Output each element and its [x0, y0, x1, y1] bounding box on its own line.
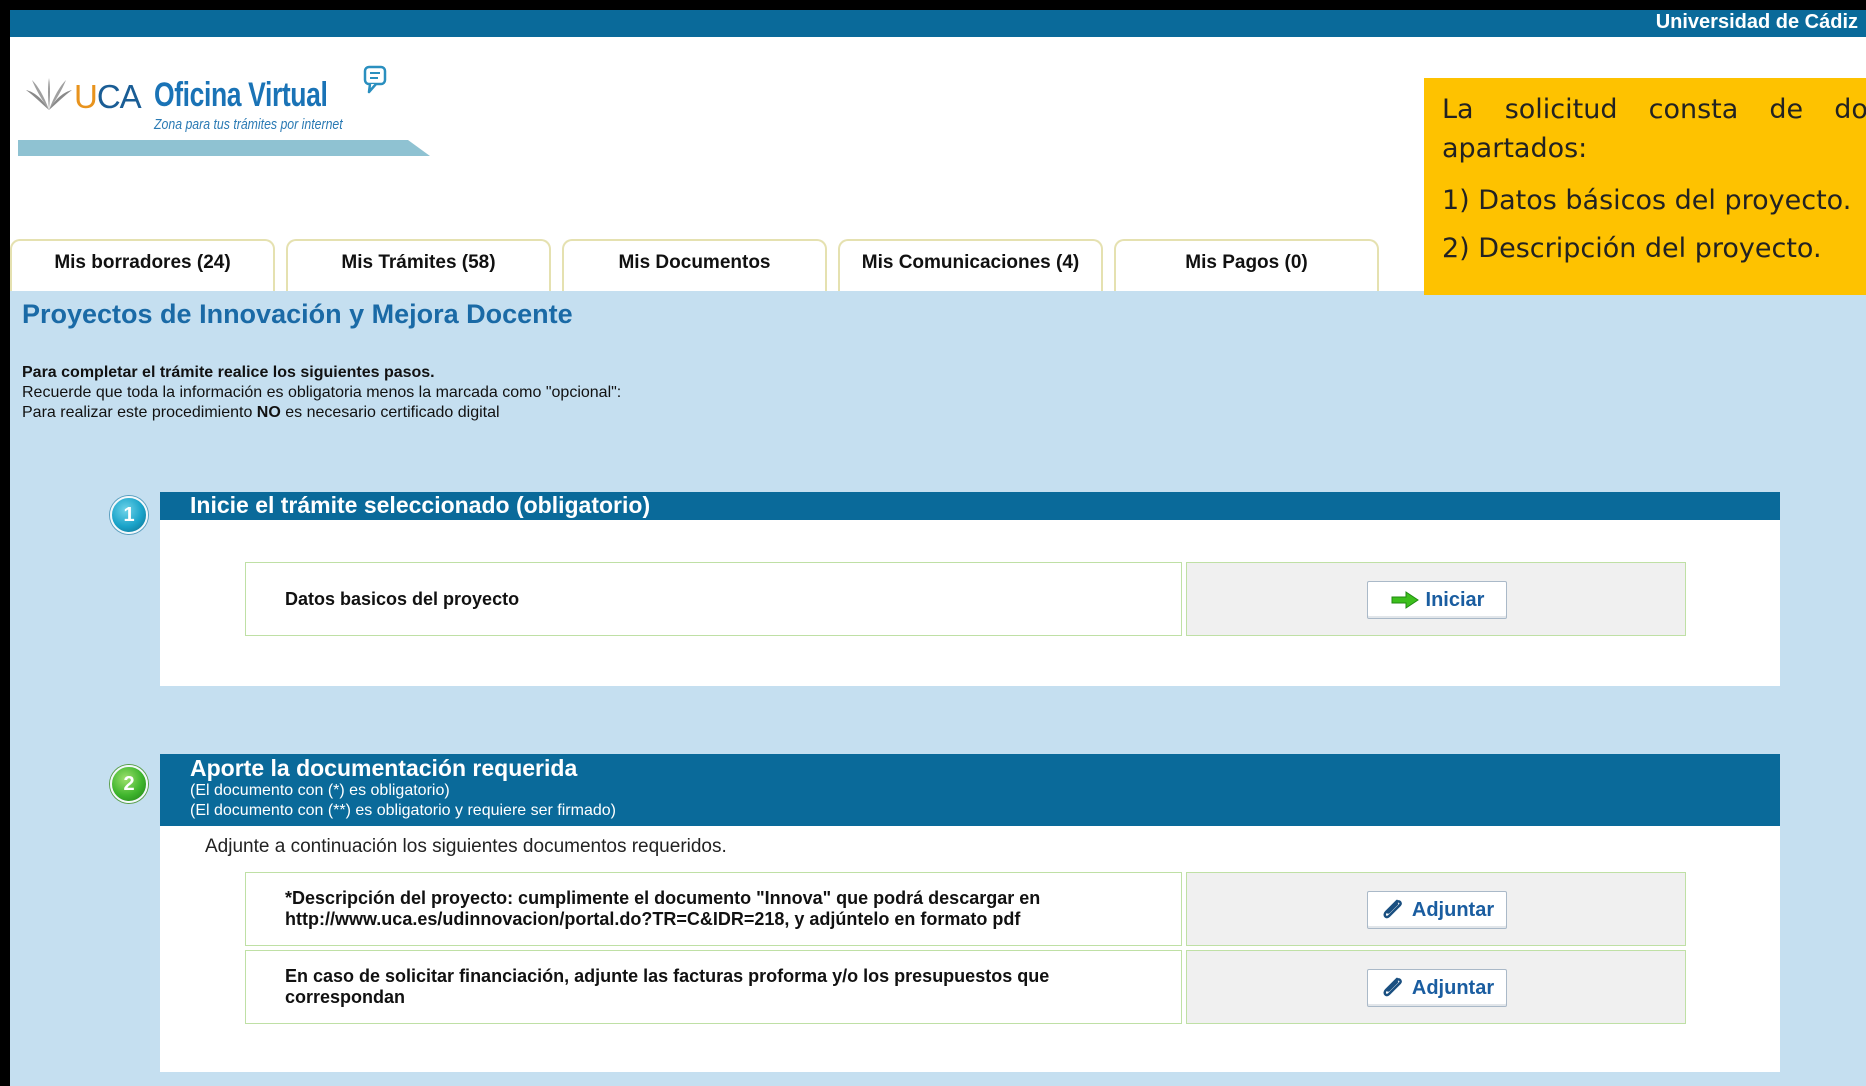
tab-mis-documentos[interactable]: Mis Documentos: [562, 239, 827, 291]
adjuntar-button-label: Adjuntar: [1411, 976, 1495, 999]
oficina-virtual-logo[interactable]: UCA Oficina Virtual Zona para tus trámit…: [18, 62, 438, 158]
note-intro: La solicitud consta de dos apartados:: [1442, 94, 1866, 164]
document-row: En caso de solicitar financiación, adjun…: [245, 950, 1686, 1024]
university-name: Universidad de Cádiz: [1655, 11, 1858, 33]
document-row-label: *Descripción del proyecto: cumplimente e…: [245, 872, 1182, 946]
note-item-1: 1) Datos básicos del proyecto.: [1442, 185, 1852, 216]
leaf-logo-icon: [26, 78, 72, 110]
step-2-hint: Adjunte a continuación los siguientes do…: [205, 836, 727, 857]
step-2-badge: 2: [110, 765, 148, 803]
step-2-note-1: (El documento con (*) es obligatorio): [190, 782, 450, 799]
tab-mis-borradores[interactable]: Mis borradores (24): [10, 239, 275, 291]
step-2-title: Aporte la documentación requerida: [190, 755, 578, 781]
step-1-section: Inicie el trámite seleccionado (obligato…: [160, 492, 1780, 686]
adjuntar-button-label: Adjuntar: [1411, 898, 1495, 921]
step-2-header: Aporte la documentación requerida (El do…: [160, 754, 1780, 826]
tab-mis-comunicaciones[interactable]: Mis Comunicaciones (4): [838, 239, 1103, 291]
logo-title: Oficina Virtual: [154, 76, 328, 114]
instructions-line-2: Recuerde que toda la información es obli…: [22, 384, 622, 401]
browser-frame: Universidad de Cádiz UCA Oficina Virtual…: [0, 0, 1866, 1086]
document-row-action: Adjuntar: [1186, 872, 1686, 946]
logo-subtitle: Zona para tus trámites por internet: [154, 116, 343, 133]
step-1-header: Inicie el trámite seleccionado (obligato…: [160, 492, 1780, 520]
instructions: Para completar el trámite realice los si…: [22, 363, 621, 423]
document-row-label: En caso de solicitar financiación, adjun…: [245, 950, 1182, 1024]
tab-bar: Mis borradores (24) Mis Trámites (58) Mi…: [10, 239, 1410, 291]
paperclip-icon: [1383, 899, 1402, 919]
step-1-row-label: Datos basicos del proyecto: [245, 562, 1182, 636]
arrow-right-icon: [1391, 591, 1419, 609]
step-2-section: Aporte la documentación requerida (El do…: [160, 754, 1780, 1072]
document-row-action: Adjuntar: [1186, 950, 1686, 1024]
page-title: Proyectos de Innovación y Mejora Docente: [22, 299, 573, 329]
document-row: *Descripción del proyecto: cumplimente e…: [245, 872, 1686, 946]
paperclip-icon: [1383, 977, 1402, 997]
note-item-2: 2) Descripción del proyecto.: [1442, 233, 1822, 264]
step-1-title: Inicie el trámite seleccionado (obligato…: [190, 492, 651, 518]
instructions-line-3: Para realizar este procedimiento NO es n…: [22, 404, 500, 421]
step-1-badge: 1: [110, 496, 148, 534]
main-content: Proyectos de Innovación y Mejora Docente…: [10, 291, 1866, 1086]
instructions-line-1: Para completar el trámite realice los si…: [22, 364, 435, 381]
adjuntar-button[interactable]: Adjuntar: [1367, 969, 1507, 1007]
step-1-row: Datos basicos del proyecto Iniciar: [245, 562, 1686, 636]
iniciar-button[interactable]: Iniciar: [1367, 581, 1507, 619]
annotation-note: La solicitud consta de dos apartados: 1)…: [1424, 78, 1866, 295]
tab-mis-tramites[interactable]: Mis Trámites (58): [286, 239, 551, 291]
tab-mis-pagos[interactable]: Mis Pagos (0): [1114, 239, 1379, 291]
logo-swoosh: [18, 140, 430, 156]
step-1-row-action: Iniciar: [1186, 562, 1686, 636]
top-bar: Universidad de Cádiz: [10, 10, 1866, 37]
iniciar-button-label: Iniciar: [1425, 588, 1485, 611]
speech-bubble-icon: [363, 65, 387, 94]
step-2-note-2: (El documento con (**) es obligatorio y …: [190, 802, 616, 819]
adjuntar-button[interactable]: Adjuntar: [1367, 891, 1507, 929]
logo-brand: UCA: [74, 78, 142, 115]
